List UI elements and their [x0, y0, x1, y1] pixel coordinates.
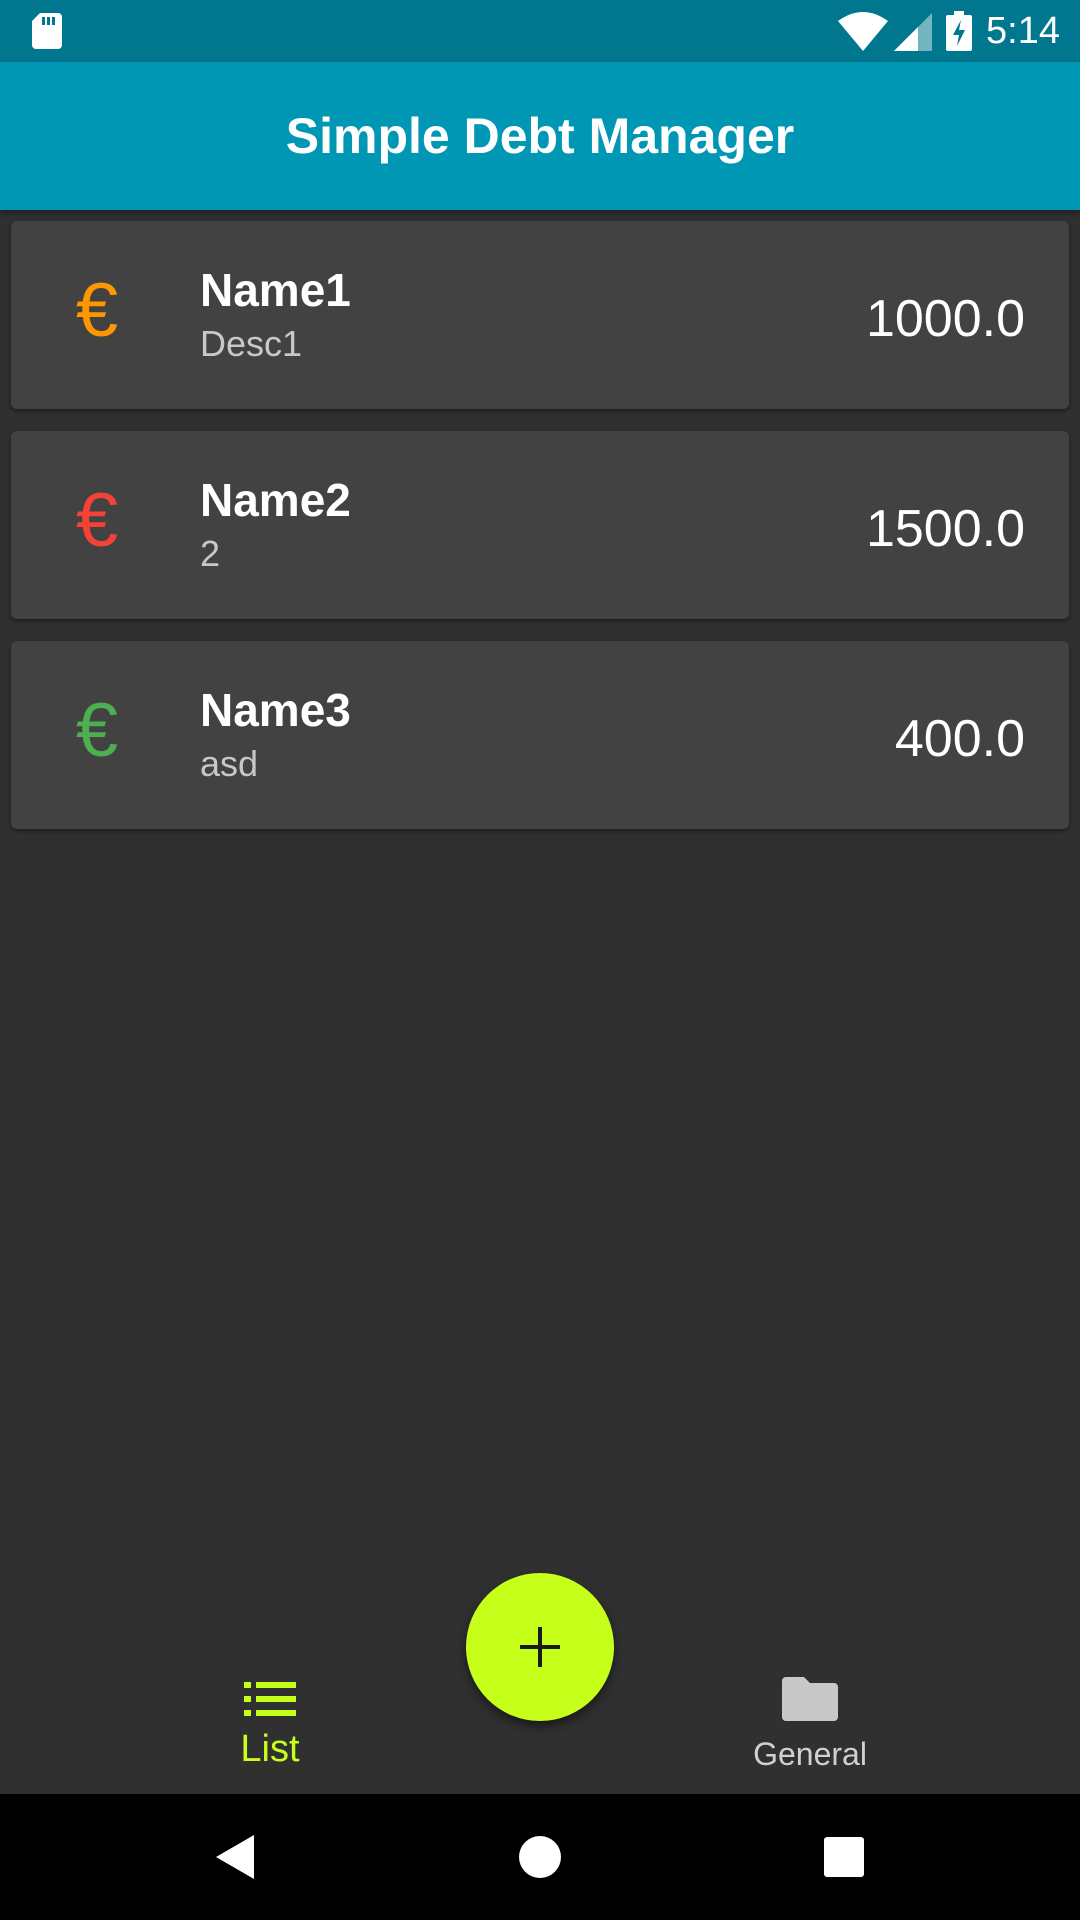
nav-label-general: General [753, 1736, 867, 1772]
back-icon [216, 1835, 254, 1879]
status-bar: 5:14 [0, 0, 1080, 62]
debt-name: Name1 [200, 264, 351, 316]
sd-card-icon [32, 13, 62, 49]
plus-icon [520, 1627, 560, 1667]
debt-name: Name3 [200, 684, 351, 736]
cell-signal-icon [894, 13, 933, 51]
folder-icon [782, 1677, 838, 1721]
app-bar: Simple Debt Manager [0, 62, 1080, 210]
debt-list: € Name1 Desc1 1000.0 € Name2 2 1500.0 € … [11, 221, 1069, 851]
debt-amount: 400.0 [894, 710, 1025, 768]
debt-card[interactable]: € Name1 Desc1 1000.0 [11, 221, 1069, 409]
debt-card[interactable]: € Name2 2 1500.0 [11, 431, 1069, 619]
app-title: Simple Debt Manager [285, 108, 795, 164]
debt-description: 2 [200, 533, 221, 574]
recents-icon [824, 1837, 864, 1877]
nav-label-list: List [240, 1728, 300, 1770]
debt-card[interactable]: € Name3 asd 400.0 [11, 641, 1069, 829]
debt-description: asd [200, 743, 259, 784]
euro-icon: € [75, 478, 119, 563]
wifi-icon [838, 12, 889, 51]
home-button[interactable] [480, 1794, 600, 1920]
euro-icon: € [75, 268, 119, 353]
debt-amount: 1500.0 [865, 500, 1025, 558]
debt-description: Desc1 [200, 323, 303, 364]
nav-item-general[interactable]: General [660, 1632, 960, 1794]
system-navigation-bar [0, 1794, 1080, 1920]
euro-icon: € [75, 688, 119, 773]
list-icon [244, 1682, 296, 1716]
home-icon [519, 1836, 561, 1878]
nav-item-list[interactable]: List [120, 1632, 420, 1794]
battery-charging-icon [946, 11, 973, 51]
add-debt-button[interactable] [466, 1573, 614, 1721]
status-time: 5:14 [986, 9, 1060, 52]
debt-amount: 1000.0 [865, 290, 1025, 348]
recents-button[interactable] [784, 1794, 904, 1920]
back-button[interactable] [176, 1794, 296, 1920]
debt-name: Name2 [200, 474, 351, 526]
